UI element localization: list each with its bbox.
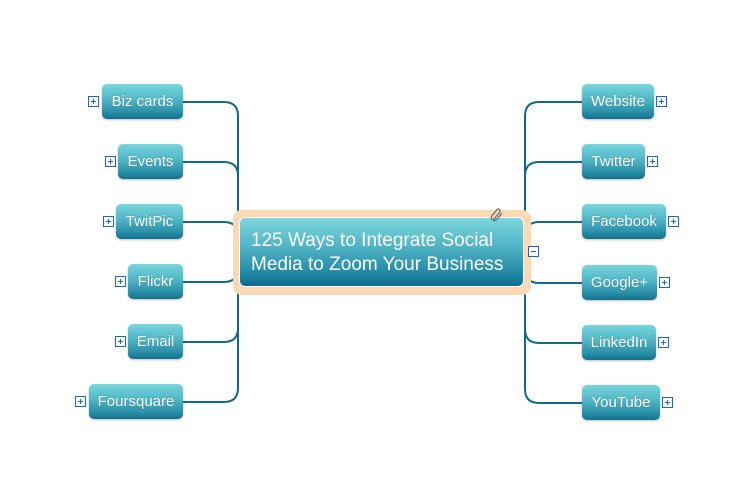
expand-plus-icon[interactable]	[659, 277, 670, 288]
expand-plus-icon[interactable]	[105, 156, 116, 167]
central-topic-line-1: 125 Ways to Integrate Social	[251, 230, 494, 251]
expand-plus-icon[interactable]	[115, 276, 126, 287]
connector-right	[524, 161, 582, 252]
connector-right	[524, 252, 582, 404]
connector-left	[183, 161, 239, 252]
connector-right	[524, 101, 582, 252]
branch-label: LinkedIn	[590, 334, 648, 351]
branch-label: Google+	[590, 274, 649, 291]
branch-label: Website	[591, 93, 645, 110]
central-topic-frame: 125 Ways to Integrate Social Media to Zo…	[233, 210, 531, 295]
expand-plus-icon[interactable]	[103, 216, 114, 227]
expand-plus-icon[interactable]	[115, 336, 126, 347]
connector-left	[183, 252, 239, 343]
expand-plus-icon[interactable]	[656, 96, 667, 107]
expand-plus-icon[interactable]	[75, 396, 86, 407]
branch-node-twitter[interactable]: Twitter	[582, 144, 645, 179]
expand-plus-icon[interactable]	[647, 156, 658, 167]
branch-label: Events	[127, 153, 174, 170]
branch-node-biz-cards[interactable]: Biz cards	[102, 84, 183, 119]
branch-label: TwitPic	[125, 213, 174, 230]
branch-node-facebook[interactable]: Facebook	[582, 204, 666, 239]
connector-left	[183, 101, 239, 252]
branch-label: Twitter	[591, 153, 636, 170]
branch-label: Biz cards	[111, 93, 174, 110]
branch-node-linkedin[interactable]: LinkedIn	[582, 325, 656, 360]
expand-plus-icon[interactable]	[88, 96, 99, 107]
central-topic[interactable]: 125 Ways to Integrate Social Media to Zo…	[239, 217, 524, 287]
branch-node-google-plus[interactable]: Google+	[582, 265, 657, 300]
branch-label: Email	[136, 333, 175, 350]
branch-node-events[interactable]: Events	[118, 144, 183, 179]
branch-node-email[interactable]: Email	[128, 324, 183, 359]
branch-node-twitpic[interactable]: TwitPic	[116, 204, 183, 239]
branch-node-flickr[interactable]: Flickr	[128, 264, 183, 299]
branch-label: Flickr	[137, 273, 174, 290]
expand-plus-icon[interactable]	[668, 216, 679, 227]
branch-label: Facebook	[591, 213, 657, 230]
paperclip-icon[interactable]	[490, 208, 504, 222]
branch-label: Foursquare	[97, 393, 175, 410]
connector-left	[183, 252, 239, 283]
branch-node-foursquare[interactable]: Foursquare	[89, 384, 183, 419]
expand-plus-icon[interactable]	[658, 337, 669, 348]
branch-label: YouTube	[591, 394, 651, 411]
connector-left	[183, 252, 239, 403]
connector-left	[183, 221, 239, 237]
connector-right	[524, 252, 582, 344]
central-topic-line-2: Media to Zoom Your Business	[251, 254, 504, 275]
branch-node-website[interactable]: Website	[582, 84, 654, 119]
branch-node-youtube[interactable]: YouTube	[582, 385, 660, 420]
collapse-minus-icon[interactable]	[528, 246, 539, 257]
expand-plus-icon[interactable]	[662, 397, 673, 408]
